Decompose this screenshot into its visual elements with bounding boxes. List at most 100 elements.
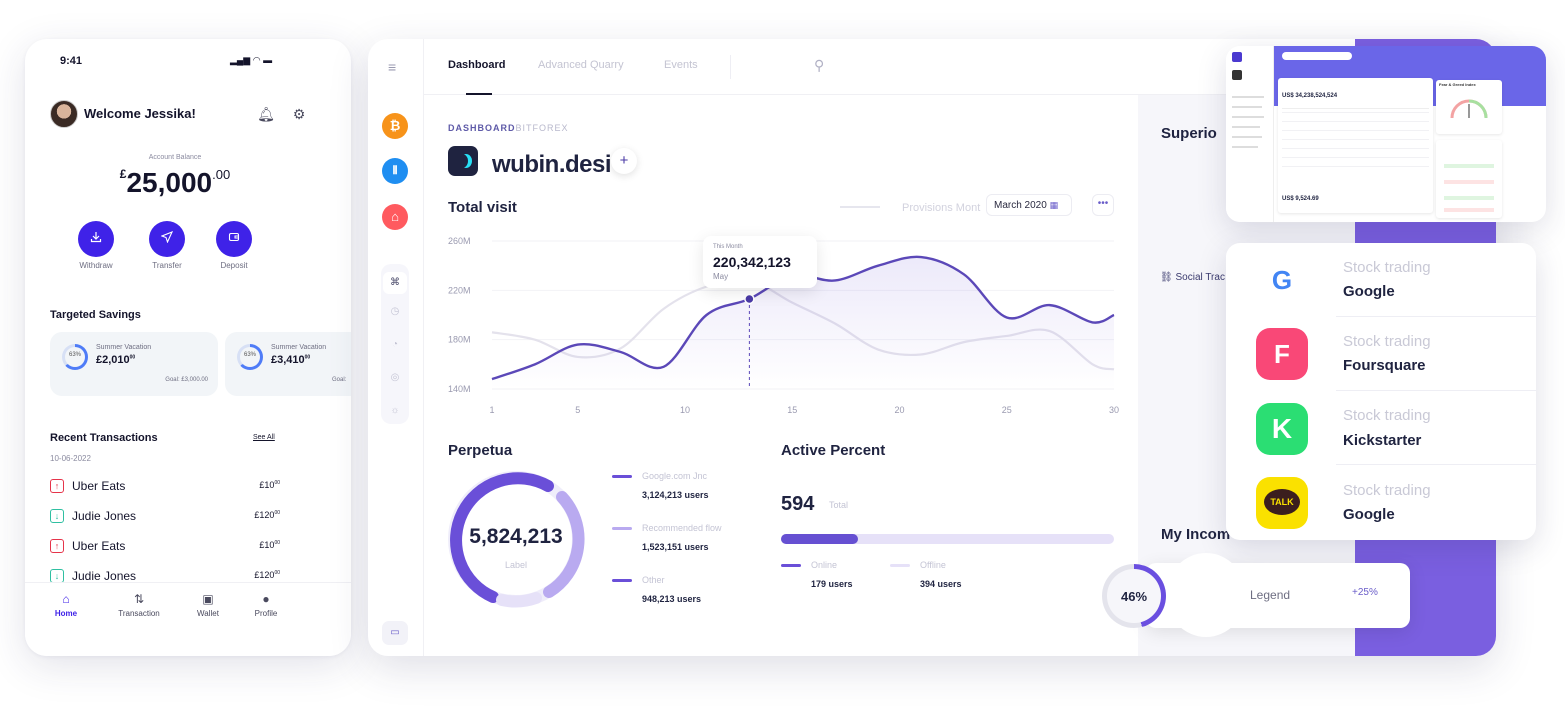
- send-icon: [160, 230, 174, 244]
- list-item[interactable]: ↓ Judie Jones £12000: [50, 508, 280, 526]
- balance-label: Account Balance: [148, 154, 202, 161]
- legend-swatch: [612, 527, 632, 530]
- see-all-link[interactable]: See All: [253, 434, 275, 441]
- avatar[interactable]: [50, 100, 78, 128]
- tab-dashboard[interactable]: Dashboard: [448, 59, 505, 71]
- mini-row: [1282, 139, 1429, 140]
- stock-name[interactable]: Kickstarter: [1343, 432, 1421, 449]
- x-tick-label: 20: [895, 405, 905, 415]
- mobile-app-frame: 9:41 ▂▄▆ ◠ ▬ Welcome Jessika! 🔔︎ ⚙ Accou…: [25, 39, 351, 656]
- tab-advanced-quarry[interactable]: Advanced Quarry: [538, 59, 624, 71]
- active-tab-indicator: [466, 93, 492, 95]
- stock-trading-card: G Stock trading Google F Stock trading F…: [1226, 243, 1536, 540]
- bell-icon[interactable]: 🔔︎: [255, 103, 277, 125]
- search-icon[interactable]: ⚲: [814, 57, 824, 74]
- intercom-icon[interactable]: ⦀: [382, 158, 408, 184]
- stock-name[interactable]: Google: [1343, 506, 1395, 523]
- user-icon: ●: [262, 592, 270, 606]
- active-progress-bar: [781, 534, 1114, 544]
- legend-value: 3,124,213 users: [642, 490, 709, 500]
- stock-name[interactable]: Foursquare: [1343, 357, 1426, 374]
- transaction-amount: £12000: [254, 570, 280, 580]
- recent-transactions-title: Recent Transactions: [50, 432, 158, 444]
- airbnb-icon[interactable]: ⌂: [382, 204, 408, 230]
- savings-card[interactable]: 63% Summer Vacation £2,01000 Goal: £3,00…: [50, 332, 218, 396]
- nav-transaction[interactable]: ⇅ Transaction: [109, 592, 169, 618]
- stock-category: Stock trading: [1343, 482, 1431, 499]
- foursquare-icon: F: [1256, 328, 1308, 380]
- mini-row: [1282, 148, 1429, 149]
- date-select[interactable]: March 2020 ▦: [986, 194, 1072, 216]
- arrow-up-icon: ↑: [50, 539, 64, 553]
- mini-row: [1282, 121, 1429, 122]
- withdraw-button[interactable]: [78, 221, 114, 257]
- globe-icon[interactable]: ◎: [381, 372, 409, 383]
- donut-label: Label: [504, 560, 528, 570]
- legend-swatch: [890, 564, 910, 567]
- legend-change: +25%: [1352, 587, 1378, 598]
- legend-name: Other: [642, 575, 665, 585]
- legend-name: Google.com Jnc: [642, 471, 708, 481]
- brand-logo: [448, 146, 478, 176]
- bottom-nav: ⌂ Home ⇅ Transaction ▣ Wallet ● Profile: [25, 582, 351, 656]
- savings-percent: 63%: [243, 352, 256, 358]
- transaction-amount: £1000: [259, 480, 280, 490]
- transfer-button[interactable]: [149, 221, 185, 257]
- more-options-button[interactable]: •••: [1092, 194, 1114, 216]
- nav-wallet[interactable]: ▣ Wallet: [178, 592, 238, 618]
- mini-row: [1282, 112, 1429, 113]
- x-tick-label: 10: [680, 405, 690, 415]
- social-link[interactable]: ⛓ Social Trac: [1160, 272, 1225, 283]
- kakaotalk-icon: TALK: [1256, 477, 1308, 529]
- menu-icon[interactable]: ≡: [388, 59, 396, 75]
- mini-sidebar: [1226, 46, 1274, 222]
- transaction-name: Uber Eats: [72, 479, 126, 493]
- tab-events[interactable]: Events: [664, 59, 698, 71]
- savings-title: Summer Vacation: [96, 344, 152, 351]
- wallet-icon: ▣: [202, 592, 214, 606]
- mini-avatar: [1232, 70, 1242, 80]
- status-time: 9:41: [60, 55, 83, 67]
- clock-icon[interactable]: ◷: [381, 306, 409, 317]
- bitcoin-icon[interactable]: ₿: [382, 113, 408, 139]
- nav-profile[interactable]: ● Profile: [236, 592, 296, 618]
- x-tick-label: 25: [1002, 405, 1012, 415]
- mini-table-panel: US$ 34,238,524,524 US$ 9,524.69: [1278, 78, 1433, 213]
- link-icon: ⛓: [1160, 272, 1173, 283]
- income-title: My Incom: [1161, 526, 1231, 543]
- mini-row: [1282, 157, 1429, 158]
- chat-icon[interactable]: ▭: [382, 621, 408, 645]
- deposit-button[interactable]: [216, 221, 252, 257]
- mini-list-panel: [1436, 140, 1502, 218]
- chart-tooltip: This Month 220,342,123 May: [703, 236, 817, 288]
- savings-card[interactable]: 63% Summer Vacation £3,41000 Goal:: [225, 332, 351, 396]
- active-value: 594: [781, 493, 815, 515]
- total-visit-title: Total visit: [448, 199, 517, 216]
- offline-value: 394 users: [920, 579, 962, 589]
- savings-goal: Goal: £3,000.00: [165, 377, 208, 383]
- download-icon: [90, 232, 102, 243]
- gear-icon[interactable]: ⚙: [288, 103, 310, 125]
- sun-icon[interactable]: ☼: [381, 405, 409, 416]
- mini-logo: [1232, 52, 1242, 62]
- x-tick-label: 30: [1109, 405, 1119, 415]
- stock-name[interactable]: Google: [1343, 283, 1395, 300]
- tooltip-label: This Month: [713, 244, 743, 250]
- wallet-icon: [228, 232, 240, 242]
- mini-balance-2: US$ 9,524.69: [1282, 196, 1319, 202]
- calendar-icon: ▦: [1049, 200, 1059, 210]
- kickstarter-icon: K: [1256, 403, 1308, 455]
- perpetua-title: Perpetua: [448, 442, 513, 459]
- nav-home[interactable]: ⌂ Home: [36, 592, 96, 618]
- list-item[interactable]: ↑ Uber Eats £1000: [50, 478, 280, 496]
- transfer-icon: ⇅: [133, 592, 145, 606]
- command-icon[interactable]: ⌘: [383, 272, 407, 294]
- mini-line: [1232, 96, 1264, 98]
- add-button[interactable]: +: [611, 148, 637, 174]
- mini-bar: [1444, 164, 1494, 168]
- list-item[interactable]: ↑ Uber Eats £1000: [50, 538, 280, 556]
- time-icon[interactable]: ◔: [381, 339, 409, 350]
- savings-goal: Goal:: [332, 377, 347, 383]
- welcome-text: Welcome Jessika!: [84, 106, 196, 121]
- divider: [1336, 464, 1536, 465]
